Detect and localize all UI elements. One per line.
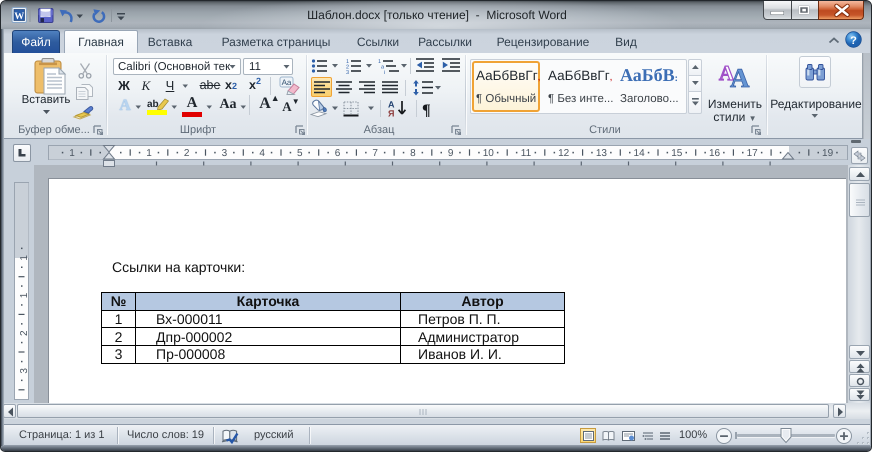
svg-text:W: W <box>14 11 24 22</box>
svg-text:3: 3 <box>346 70 349 75</box>
svg-text:16: 16 <box>709 148 721 159</box>
svg-text:6: 6 <box>335 148 341 159</box>
svg-text:13: 13 <box>596 148 608 159</box>
svg-text:9: 9 <box>448 148 454 159</box>
svg-text:5: 5 <box>297 148 303 159</box>
svg-text:ab: ab <box>147 99 159 110</box>
svg-text:1: 1 <box>19 255 30 261</box>
svg-text:4: 4 <box>259 148 265 159</box>
svg-text:Aa: Aa <box>282 78 292 87</box>
svg-text:2: 2 <box>184 148 190 159</box>
svg-text:¶: ¶ <box>422 102 431 119</box>
svg-text:19: 19 <box>822 148 834 159</box>
svg-text:1: 1 <box>69 148 75 159</box>
svg-text:3: 3 <box>19 368 30 374</box>
svg-text:?: ? <box>850 35 857 47</box>
svg-text:A: A <box>730 63 750 89</box>
svg-text:10: 10 <box>483 148 495 159</box>
svg-text:12: 12 <box>558 148 570 159</box>
svg-text:14: 14 <box>634 148 646 159</box>
svg-text:1: 1 <box>146 148 152 159</box>
svg-text:11: 11 <box>521 148 532 159</box>
svg-text:8: 8 <box>410 148 416 159</box>
svg-text:15: 15 <box>671 148 683 159</box>
svg-text:3: 3 <box>222 148 228 159</box>
svg-text:Я: Я <box>388 109 394 119</box>
svg-text:i: i <box>384 70 385 75</box>
svg-text:17: 17 <box>747 148 759 159</box>
svg-text:1: 1 <box>19 292 30 298</box>
svg-text:7: 7 <box>372 148 378 159</box>
svg-text:2: 2 <box>19 330 30 336</box>
